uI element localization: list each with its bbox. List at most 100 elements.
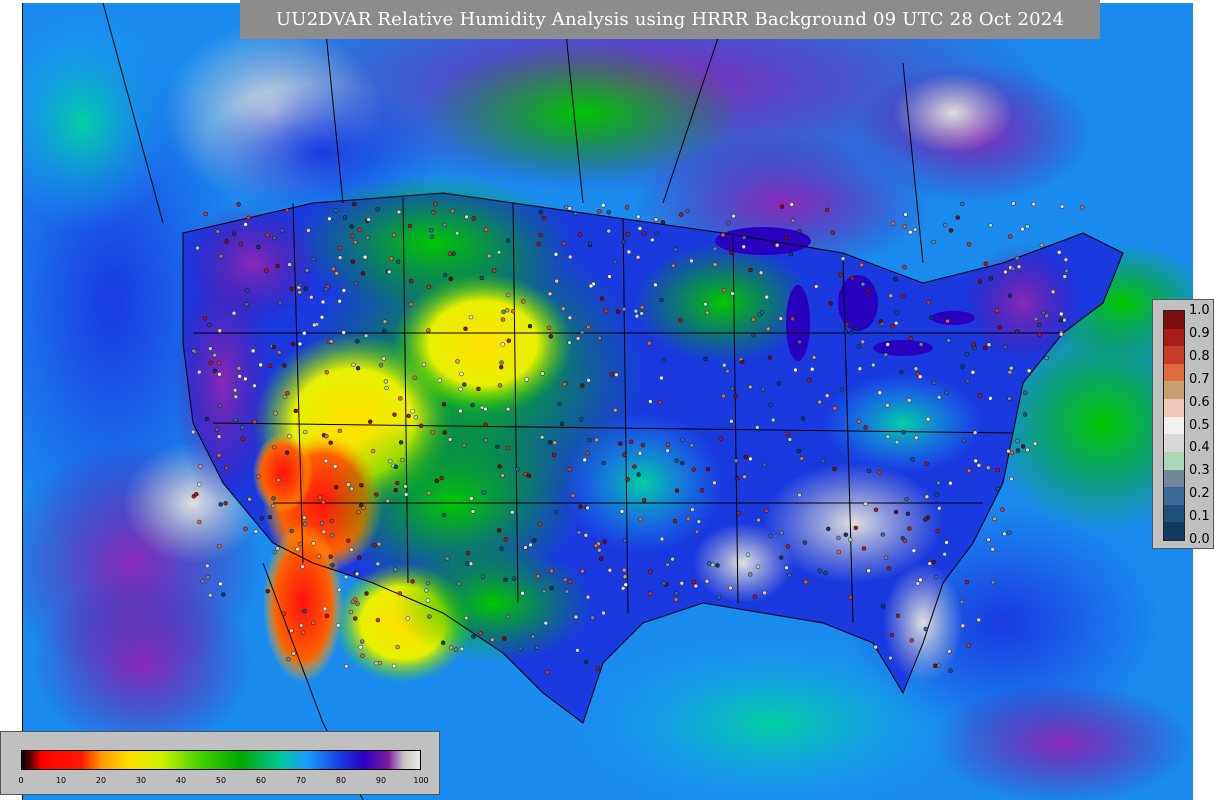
station-marker	[259, 516, 264, 521]
station-marker	[935, 528, 940, 534]
station-marker	[642, 498, 647, 503]
station-marker	[986, 465, 991, 470]
station-marker	[825, 393, 830, 398]
station-marker	[783, 235, 789, 241]
station-marker	[368, 419, 373, 424]
station-marker	[217, 372, 222, 377]
station-marker	[779, 555, 784, 560]
station-marker	[559, 421, 565, 426]
station-marker	[1007, 530, 1012, 535]
station-marker	[937, 506, 942, 511]
station-marker	[583, 533, 589, 538]
station-marker	[797, 339, 802, 345]
station-marker	[563, 577, 568, 582]
station-marker	[461, 443, 467, 448]
station-marker	[632, 464, 637, 469]
station-marker	[839, 387, 845, 392]
station-marker	[503, 537, 508, 542]
station-marker	[943, 222, 948, 228]
station-marker	[243, 222, 248, 227]
station-marker	[538, 209, 543, 215]
station-marker	[803, 579, 809, 585]
station-marker	[1020, 226, 1025, 232]
station-marker	[442, 430, 447, 435]
right-colorbar-tick: 0.3	[1189, 463, 1210, 479]
station-marker	[408, 302, 414, 307]
station-marker	[424, 588, 429, 593]
station-marker	[562, 382, 567, 387]
station-marker	[992, 516, 997, 521]
station-marker	[745, 552, 751, 557]
station-marker	[353, 616, 358, 621]
station-marker	[579, 417, 584, 422]
station-marker	[886, 566, 892, 571]
station-marker	[506, 338, 511, 343]
rh-colorbar-tick: 100	[413, 776, 429, 785]
rh-colorbar-tick: 70	[295, 776, 307, 785]
station-marker	[888, 655, 893, 661]
station-marker	[715, 563, 720, 568]
station-marker	[585, 505, 590, 511]
station-marker	[1036, 322, 1042, 328]
station-marker	[329, 518, 334, 524]
station-marker	[598, 556, 604, 561]
station-marker	[441, 512, 447, 518]
station-marker	[351, 362, 356, 367]
station-marker	[721, 393, 726, 399]
station-marker	[722, 363, 727, 368]
station-marker	[385, 498, 390, 504]
station-marker	[674, 458, 679, 463]
station-marker	[333, 208, 339, 213]
station-marker	[403, 484, 408, 489]
station-marker	[910, 457, 915, 462]
station-marker	[388, 459, 393, 464]
station-marker	[890, 221, 896, 226]
station-marker	[387, 269, 392, 275]
station-marker	[972, 430, 978, 435]
station-marker	[705, 467, 711, 472]
station-marker	[621, 307, 627, 312]
station-marker	[680, 461, 685, 466]
station-marker	[584, 659, 589, 665]
station-marker	[383, 379, 389, 384]
station-marker	[640, 442, 646, 448]
station-marker	[197, 519, 202, 525]
station-marker	[357, 555, 362, 560]
station-marker	[431, 210, 436, 215]
station-marker	[730, 386, 735, 391]
station-marker	[433, 201, 438, 207]
station-marker	[506, 292, 511, 298]
station-marker	[542, 589, 547, 594]
station-marker	[224, 465, 229, 470]
station-marker	[324, 434, 329, 439]
station-marker	[902, 538, 908, 543]
station-marker	[586, 324, 591, 330]
station-marker	[729, 419, 734, 424]
station-marker	[654, 231, 659, 236]
station-marker	[799, 456, 804, 461]
station-marker	[694, 529, 700, 534]
station-marker	[790, 316, 795, 322]
station-marker	[204, 416, 210, 422]
station-marker	[931, 239, 936, 245]
station-marker	[913, 366, 919, 371]
station-marker	[515, 467, 520, 472]
rh-colorbar-tick: 80	[335, 776, 347, 785]
station-marker	[741, 244, 746, 250]
station-marker	[538, 233, 543, 238]
station-marker	[665, 448, 670, 453]
station-marker	[216, 360, 222, 366]
station-marker	[756, 517, 761, 523]
station-marker	[277, 300, 283, 305]
station-marker	[252, 383, 257, 388]
station-marker	[521, 299, 526, 304]
station-marker	[779, 530, 784, 535]
station-marker	[788, 251, 794, 257]
station-marker	[575, 648, 580, 653]
rh-colorbar-tick: 10	[55, 776, 67, 785]
station-marker	[893, 276, 898, 282]
station-marker	[1026, 368, 1032, 373]
station-marker	[934, 492, 939, 497]
station-marker	[286, 657, 291, 662]
station-marker	[391, 232, 397, 238]
